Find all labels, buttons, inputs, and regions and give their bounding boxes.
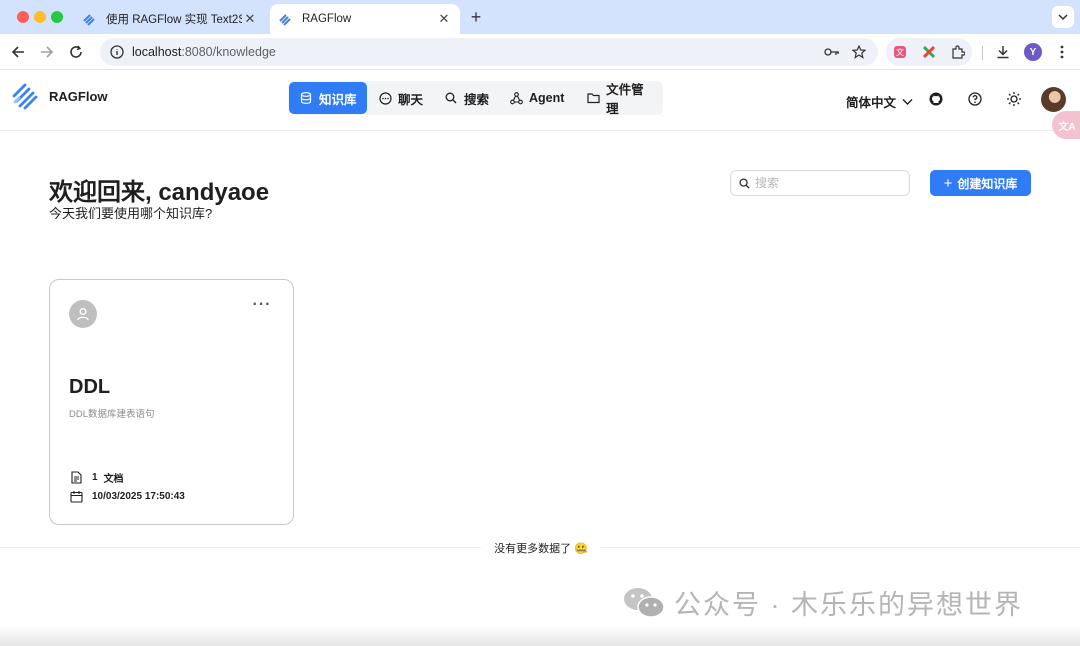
wechat-watermark: 公众号 · 木乐乐的异想世界 [622,583,1023,622]
brand-name: RAGFlow [49,89,108,104]
search-icon [739,177,750,189]
wechat-icon [624,587,665,618]
browser-tab-ragflow[interactable]: RAGFlow ✕ [270,4,460,34]
browser-tab-bar: 使用 RAGFlow 实现 Text2SQL ✕ RAGFlow ✕ + [0,0,1080,34]
ragflow-logo-icon[interactable] [12,82,40,110]
kb-avatar [69,300,97,328]
browser-toolbar: localhost:8080/knowledge 文 Y [0,34,1080,70]
translate-extension-icon[interactable]: 文 [892,44,908,60]
close-tab-icon[interactable]: ✕ [436,11,452,27]
end-divider-left [0,547,481,548]
profile-avatar[interactable]: Y [1024,43,1042,61]
agent-graph-icon [509,91,523,105]
nav-search[interactable]: 搜索 [434,82,499,114]
colorful-extension-icon[interactable] [921,44,937,60]
kb-created-date: 10/03/2025 17:50:43 [69,489,185,503]
database-icon [299,91,313,105]
downloads-button[interactable] [993,42,1013,62]
user-icon [77,308,89,321]
ragflow-favicon-icon [279,14,291,26]
watermark-text: 公众号 · 木乐乐的异想世界 [674,590,1023,620]
translate-float-icon[interactable]: 文A [1052,111,1080,139]
extensions-puzzle-icon[interactable] [950,44,966,60]
download-icon [997,46,1009,59]
welcome-subtitle: 今天我们要使用哪个知识库? [49,206,213,221]
search-icon [444,91,458,105]
nav-knowledge-base[interactable]: 知识库 [289,82,367,114]
close-tab-icon[interactable]: ✕ [242,11,258,27]
search-input[interactable] [755,176,895,190]
chat-icon [378,91,392,105]
help-icon[interactable] [966,90,984,108]
nav-file-management[interactable]: 文件管理 [577,82,663,116]
tab-title: 使用 RAGFlow 实现 Text2SQL [106,14,242,26]
create-knowledge-base-button[interactable]: + 创建知识库 [930,170,1031,196]
new-tab-button[interactable]: + [466,7,486,27]
theme-sun-icon[interactable] [1005,90,1023,108]
nav-agent[interactable]: Agent [499,82,574,114]
knowledge-search-box[interactable] [730,170,910,196]
kb-doc-count: 1 文档 [69,470,124,485]
chevron-down-icon [1058,14,1068,21]
chevron-down-icon [902,99,913,105]
browser-menu-button[interactable] [1052,42,1072,62]
calendar-icon [69,489,83,503]
bookmark-star-icon[interactable] [851,44,867,60]
window-bottom-shadow [0,626,1080,646]
site-info-icon[interactable] [110,45,124,59]
close-window-button[interactable] [17,11,29,23]
maximize-window-button[interactable] [51,11,63,23]
language-selector[interactable]: 简体中文 [846,92,913,111]
address-bar[interactable]: localhost:8080/knowledge [100,38,878,66]
no-more-data-text: 没有更多数据了 🤐 [481,540,601,556]
plus-icon: + [943,174,953,192]
kb-description: DDL数据库建表语句 [69,409,155,420]
reload-icon [70,45,82,58]
end-divider-right [601,547,1080,548]
main-nav: 知识库 聊天 搜索 Agent 文件管理 [288,81,663,116]
tab-search-button[interactable] [1052,6,1074,28]
github-icon[interactable] [927,90,945,108]
toolbar-separator [982,46,983,60]
kb-title: DDL [69,376,111,398]
extensions-group: 文 [886,38,972,66]
document-icon [69,471,83,485]
user-avatar[interactable] [1041,87,1066,112]
more-options-icon[interactable]: ··· [250,297,274,316]
svg-text:文: 文 [896,47,904,57]
arrow-right-icon [41,46,54,58]
forward-button[interactable] [37,42,57,62]
knowledge-base-card[interactable]: ··· DDL DDL数据库建表语句 1 文档 10/03/2025 17:50… [49,279,294,525]
folder-icon [587,91,600,105]
password-key-icon[interactable] [824,44,840,60]
arrow-left-icon [11,46,24,58]
back-button[interactable] [8,42,28,62]
ragflow-favicon-icon [83,14,95,26]
app-header: RAGFlow 知识库 聊天 搜索 Agent 文件管理 简体中文 [0,70,1080,131]
url-text: localhost:8080/knowledge [132,45,276,59]
browser-tab-text2sql[interactable]: 使用 RAGFlow 实现 Text2SQL ✕ [74,4,266,34]
welcome-title: 欢迎回来, candyaoe [49,179,270,206]
reload-button[interactable] [66,42,86,62]
nav-chat[interactable]: 聊天 [368,82,433,114]
minimize-window-button[interactable] [34,11,46,23]
kebab-menu-icon [1060,45,1064,59]
tab-title: RAGFlow [302,13,352,25]
